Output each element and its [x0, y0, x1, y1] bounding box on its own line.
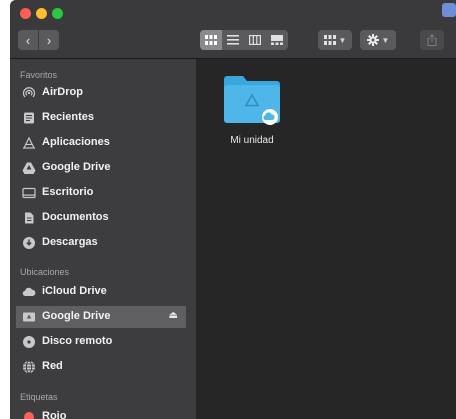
gear-icon: [366, 34, 379, 46]
close-window-button[interactable]: [20, 8, 31, 19]
share-button[interactable]: [420, 30, 444, 50]
columns-icon: [249, 35, 261, 45]
minimize-window-button[interactable]: [36, 8, 47, 19]
sidebar-item-label: AirDrop: [42, 86, 83, 98]
action-menu-button[interactable]: ▼: [360, 30, 396, 50]
sidebar-item-label: Aplicaciones: [42, 136, 110, 148]
grid-icon: [205, 35, 217, 45]
sidebar-item-label: Recientes: [42, 111, 94, 123]
sidebar-item-label: Disco remoto: [42, 335, 113, 347]
sidebar-item-icloud-drive[interactable]: iCloud Drive: [10, 281, 196, 303]
sidebar-item-label: Red: [42, 360, 63, 372]
sidebar-item-label: Escritorio: [42, 186, 94, 198]
gallery-view-button[interactable]: [266, 30, 288, 50]
network-icon: [22, 360, 36, 374]
sidebar-item-red[interactable]: Red: [10, 356, 196, 378]
navigation-buttons: ‹ ›: [18, 30, 59, 50]
eject-icon[interactable]: ⏏: [169, 310, 178, 321]
sidebar-item-label: Google Drive: [42, 161, 111, 173]
group-by-button[interactable]: ▼: [318, 30, 352, 50]
back-button[interactable]: ‹: [18, 30, 38, 50]
sidebar-item-label: iCloud Drive: [42, 285, 107, 297]
group-grid-icon: [323, 35, 336, 45]
folder-cloud-icon[interactable]: [222, 71, 282, 127]
documents-icon: [22, 211, 36, 225]
app-icon: [442, 3, 456, 17]
sidebar-item-recientes[interactable]: Recientes: [10, 107, 196, 129]
chevron-down-icon: ▼: [381, 35, 390, 45]
sidebar-item-disco-remoto[interactable]: Disco remoto: [10, 331, 196, 353]
favorites-header: Favoritos: [20, 70, 58, 80]
toolbar: ‹ › ▼ ▼: [10, 0, 456, 59]
google-drive-icon: [22, 161, 36, 175]
tags-header: Etiquetas: [20, 392, 58, 402]
sidebar-item-google-drive[interactable]: Google Drive: [10, 157, 196, 179]
drive-folder-icon: [22, 310, 36, 324]
recents-icon: [22, 111, 36, 125]
chevron-down-icon: ▼: [338, 35, 347, 45]
locations-header: Ubicaciones: [20, 267, 70, 277]
desktop-icon: [22, 186, 36, 200]
list-icon: [227, 35, 239, 45]
tag-dot-icon: [22, 410, 36, 419]
sidebar-item-tag-rojo[interactable]: Rojo: [10, 406, 196, 419]
file-browser-content: Mi unidad: [196, 59, 456, 419]
gallery-icon: [271, 35, 283, 45]
sidebar-item-aplicaciones[interactable]: Aplicaciones: [10, 132, 196, 154]
sidebar-item-google-drive-location[interactable]: Google Drive ⏏: [16, 306, 186, 328]
sidebar-item-label: Google Drive: [42, 310, 111, 322]
column-view-button[interactable]: [244, 30, 266, 50]
sidebar-item-label: Descargas: [42, 236, 98, 248]
icon-view-button[interactable]: [200, 30, 222, 50]
folder-label[interactable]: Mi unidad: [210, 135, 294, 146]
finder-window: ‹ › ▼ ▼ Favoritos AirDrop Recientes Apli…: [10, 0, 456, 419]
view-mode-control: [200, 30, 288, 50]
disc-icon: [22, 335, 36, 349]
sidebar-item-documentos[interactable]: Documentos: [10, 207, 196, 229]
sidebar-item-label: Documentos: [42, 211, 109, 223]
sidebar-item-descargas[interactable]: Descargas: [10, 232, 196, 254]
airdrop-icon: [22, 86, 36, 100]
sidebar: Favoritos AirDrop Recientes Aplicaciones…: [10, 59, 196, 419]
sidebar-item-label: Rojo: [42, 410, 67, 419]
forward-button[interactable]: ›: [38, 30, 59, 50]
cloud-icon: [22, 285, 36, 299]
downloads-icon: [22, 236, 36, 250]
sidebar-item-escritorio[interactable]: Escritorio: [10, 182, 196, 204]
applications-icon: [22, 136, 36, 150]
sidebar-item-airdrop[interactable]: AirDrop: [10, 82, 196, 104]
share-icon: [427, 34, 437, 46]
list-view-button[interactable]: [222, 30, 244, 50]
zoom-window-button[interactable]: [52, 8, 63, 19]
